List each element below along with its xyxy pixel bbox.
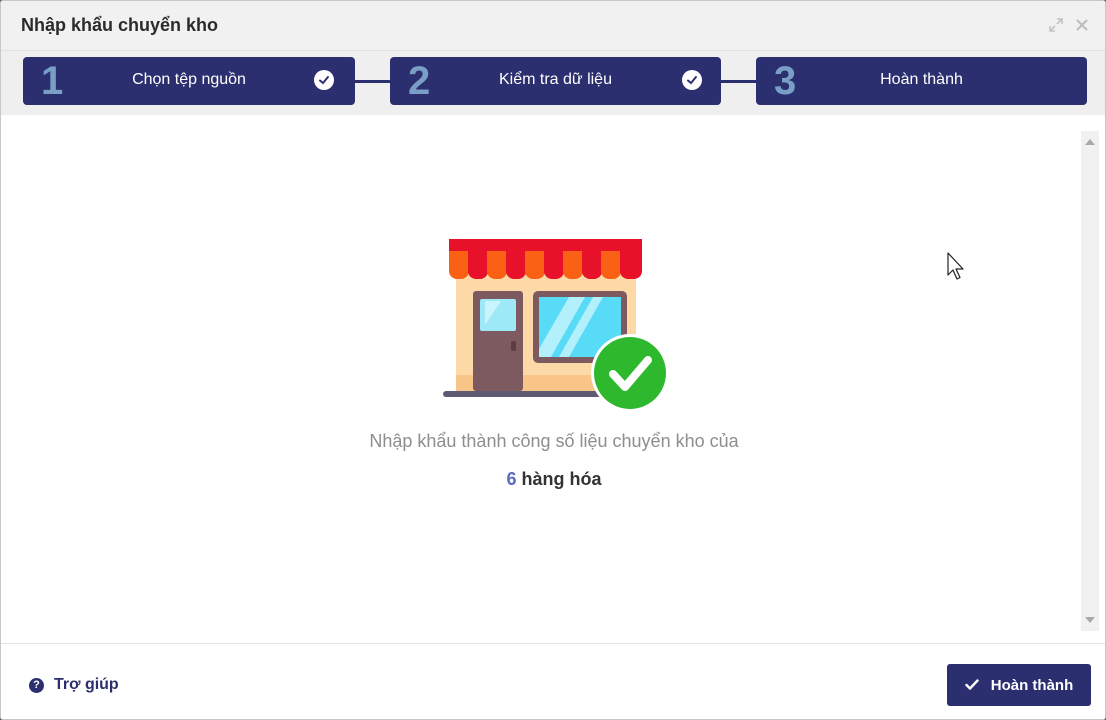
check-icon xyxy=(965,679,979,690)
close-icon[interactable] xyxy=(1073,16,1091,34)
dialog-title: Nhập khẩu chuyển kho xyxy=(21,15,219,35)
finish-button[interactable]: Hoàn thành xyxy=(947,664,1091,706)
help-circle-icon: ? xyxy=(29,677,44,693)
scroll-down-icon[interactable] xyxy=(1085,617,1095,623)
step-label: Hoàn thành xyxy=(880,71,963,88)
store-success-illustration xyxy=(441,239,671,424)
step-choose-source[interactable]: 1 Chọn tệp nguồn xyxy=(23,57,355,105)
item-count-number: 6 xyxy=(506,469,517,489)
step-connector xyxy=(355,80,390,83)
step-check-data[interactable]: 2 Kiểm tra dữ liệu xyxy=(390,57,721,105)
scroll-up-icon[interactable] xyxy=(1085,139,1095,145)
import-dialog: Nhập khẩu chuyển kho 1 Chọn tệp nguồn 2 … xyxy=(0,0,1106,720)
step-label: Kiểm tra dữ liệu xyxy=(499,71,612,88)
dialog-footer: ? Trợ giúp Hoàn thành xyxy=(1,643,1105,719)
expand-icon[interactable] xyxy=(1047,16,1065,34)
finish-button-label: Hoàn thành xyxy=(990,676,1074,694)
item-count-unit: hàng hóa xyxy=(521,469,602,489)
success-message: Nhập khẩu thành công số liệu chuyển kho … xyxy=(369,431,739,451)
scrollbar[interactable] xyxy=(1081,131,1099,631)
step-label: Chọn tệp nguồn xyxy=(132,71,246,88)
dialog-titlebar: Nhập khẩu chuyển kho xyxy=(1,1,1105,51)
mouse-cursor-icon xyxy=(947,252,967,287)
item-count: 6 hàng hóa xyxy=(1,469,1105,490)
check-circle-icon xyxy=(314,70,334,90)
help-label: Trợ giúp xyxy=(54,676,119,693)
check-circle-icon xyxy=(682,70,702,90)
help-link[interactable]: ? Trợ giúp xyxy=(29,676,119,694)
step-finish[interactable]: 3 Hoàn thành xyxy=(756,57,1087,105)
steps-bar: 1 Chọn tệp nguồn 2 Kiểm tra dữ liệu 3 Ho… xyxy=(1,51,1105,115)
step-connector xyxy=(721,80,756,83)
result-panel: Nhập khẩu thành công số liệu chuyển kho … xyxy=(1,115,1105,643)
